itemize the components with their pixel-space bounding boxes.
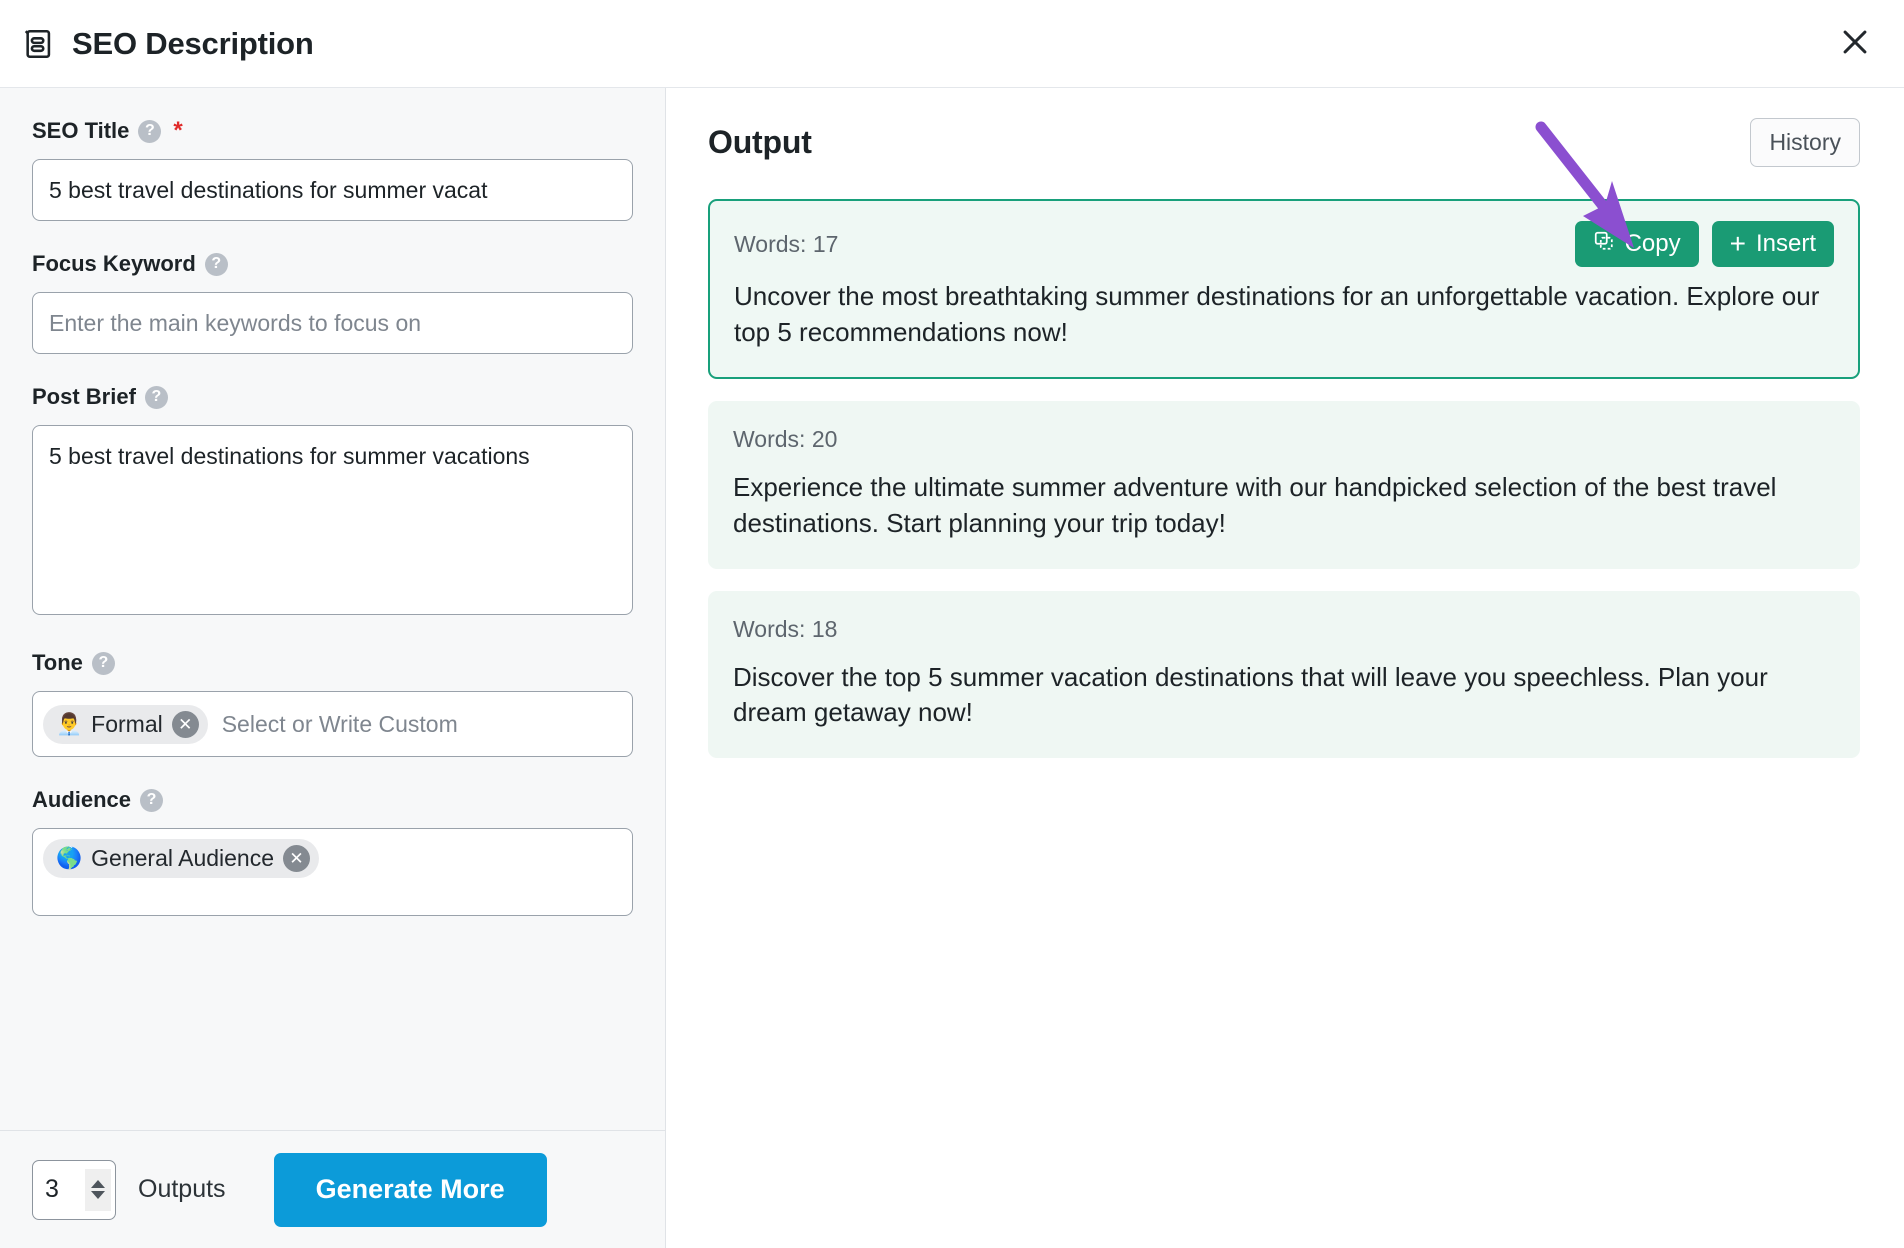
audience-label-row: Audience ? [32, 787, 633, 813]
copy-button-label: Copy [1624, 230, 1681, 257]
word-count-label: Words: 20 [733, 426, 838, 453]
plus-icon: + [1729, 228, 1746, 259]
output-card-text: Uncover the most breathtaking summer des… [734, 281, 1820, 347]
settings-panel: SEO Title ? * Focus Keyword ? [0, 88, 666, 1248]
word-count-label: Words: 18 [733, 616, 838, 642]
header-left-group: SEO Description [22, 26, 314, 62]
tone-placeholder: Select or Write Custom [221, 710, 458, 737]
history-button[interactable]: History [1750, 118, 1860, 167]
insert-button[interactable]: + Insert [1711, 221, 1834, 267]
help-circle-icon[interactable]: ? [138, 119, 162, 143]
audience-label: Audience [32, 787, 132, 812]
post-brief-textarea[interactable] [32, 425, 633, 615]
tone-label-row: Tone ? [32, 650, 633, 676]
output-card[interactable]: Words: 20 Experience the ultimate summer… [708, 400, 1860, 569]
post-brief-label-row: Post Brief ? [32, 384, 633, 410]
output-card-actions: Copy + Insert [1574, 221, 1834, 267]
output-title: Output [708, 124, 812, 160]
copy-icon [1593, 230, 1615, 259]
chevron-up-icon[interactable] [91, 1180, 105, 1188]
seo-description-modal: SEO Description SEO Title ? * 5 best tra… [0, 0, 1904, 1248]
help-circle-icon[interactable]: ? [91, 651, 115, 675]
field-focus-keyword: Focus Keyword ? [32, 251, 633, 354]
output-card-top: Words: 18 [733, 612, 1835, 648]
globe-emoji-icon: 🌎 [56, 847, 83, 870]
tone-select-box[interactable]: 👨‍💼 Formal ✕ Select or Write Custom [32, 691, 633, 757]
output-card[interactable]: Words: 17 Copy + Insert Uncover the most… [708, 199, 1860, 379]
field-tone: Tone ? 👨‍💼 Formal ✕ Select or Write Cust… [32, 650, 633, 757]
word-count-label: Words: 17 [734, 230, 839, 257]
outputs-count-value: 3 [45, 1175, 59, 1203]
required-marker: * [173, 117, 183, 144]
seo-title-label-row: SEO Title ? * [32, 118, 633, 144]
generate-bar: 3 Outputs Generate More [0, 1130, 665, 1248]
help-circle-icon[interactable]: ? [204, 252, 228, 276]
help-circle-icon[interactable]: ? [144, 385, 168, 409]
output-panel: Output History Words: 17 Copy + Insert U… [666, 88, 1904, 1248]
page-title: SEO Description [72, 25, 314, 61]
seo-title-label: SEO Title [32, 118, 130, 143]
copy-button[interactable]: Copy [1574, 221, 1699, 267]
audience-chip-general: 🌎 General Audience ✕ [43, 839, 320, 878]
close-button[interactable] [1832, 21, 1878, 67]
audience-select-box[interactable]: 🌎 General Audience ✕ [32, 828, 633, 916]
output-card-text: Discover the top 5 summer vacation desti… [733, 661, 1768, 728]
field-audience: Audience ? 🌎 General Audience ✕ [32, 787, 633, 916]
office-worker-emoji-icon: 👨‍💼 [56, 712, 83, 736]
output-card-text: Experience the ultimate summer adventure… [733, 471, 1777, 538]
close-circle-icon[interactable]: ✕ [283, 845, 311, 872]
chevron-down-icon[interactable] [91, 1191, 105, 1199]
generate-more-button[interactable]: Generate More [273, 1152, 547, 1227]
tone-label: Tone [32, 650, 83, 675]
audience-chip-label: General Audience [91, 845, 275, 871]
output-card-top: Words: 20 [733, 422, 1835, 458]
field-seo-title: SEO Title ? * [32, 118, 633, 221]
outputs-count-stepper[interactable]: 3 [32, 1159, 116, 1220]
modal-body: SEO Title ? * Focus Keyword ? [0, 88, 1904, 1248]
help-circle-icon[interactable]: ? [140, 788, 164, 812]
focus-keyword-input[interactable] [32, 292, 633, 354]
field-post-brief: Post Brief ? [32, 384, 633, 620]
settings-scroll-area: SEO Title ? * Focus Keyword ? [0, 88, 665, 1130]
post-brief-label: Post Brief [32, 384, 136, 409]
stepper-arrows[interactable] [85, 1168, 111, 1211]
output-header: Output History [708, 118, 1860, 167]
outputs-label: Outputs [138, 1175, 226, 1203]
tone-chip-label: Formal [91, 710, 163, 737]
modal-header: SEO Description [0, 0, 1904, 88]
insert-button-label: Insert [1755, 230, 1816, 257]
close-circle-icon[interactable]: ✕ [171, 710, 199, 738]
output-card[interactable]: Words: 18 Discover the top 5 summer vaca… [708, 590, 1860, 759]
output-card-top: Words: 17 Copy + Insert [734, 221, 1834, 267]
seo-title-input[interactable] [32, 159, 633, 221]
tone-chip-formal: 👨‍💼 Formal ✕ [43, 704, 208, 744]
close-icon [1838, 25, 1872, 62]
focus-keyword-label-row: Focus Keyword ? [32, 251, 633, 277]
focus-keyword-label: Focus Keyword [32, 251, 196, 276]
description-icon [22, 27, 56, 61]
